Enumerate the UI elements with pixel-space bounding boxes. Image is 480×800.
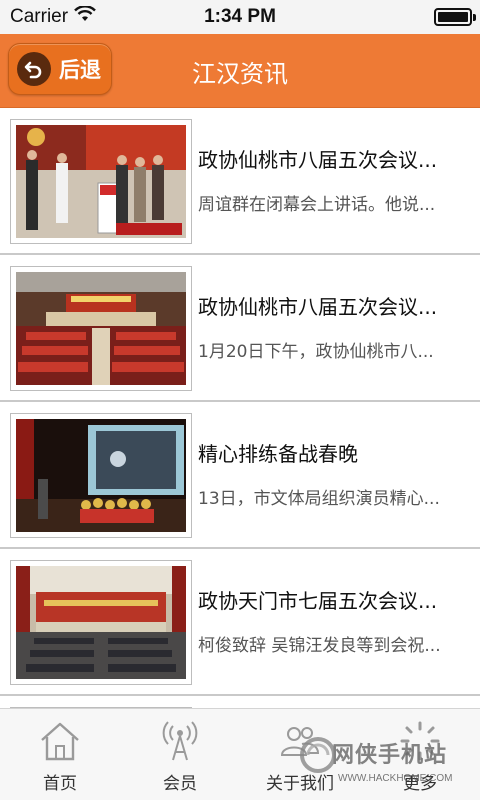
news-item[interactable]: 精心排练备战春晚 13日，市文体局组织演员精心... [0,402,480,549]
tab-bar: 首页 会员 关于我们 更多 [0,708,480,800]
tab-more[interactable]: 更多 [360,709,480,800]
battery-icon [434,8,476,26]
status-time: 1:34 PM [204,6,276,27]
tab-member[interactable]: 会员 [120,709,240,800]
tab-about-us[interactable]: 关于我们 [240,709,360,800]
back-label: 后退 [59,58,101,82]
tab-label: 关于我们 [266,774,334,794]
news-list: 政协仙桃市八届五次会议... 周谊群在闭幕会上讲话。他说... 政协仙桃市八届五… [0,108,480,708]
news-item[interactable]: 政协仙桃市八届五次会议... 周谊群在闭幕会上讲话。他说... [0,108,480,255]
news-thumbnail [10,266,192,391]
tab-label: 更多 [403,774,437,794]
home-icon [38,719,82,763]
news-title: 精心排练备战春晚 [198,442,358,466]
news-title: 政协仙桃市八届五次会议... [198,295,438,319]
news-summary: 柯俊致辞 吴锦汪发良等到会祝... [198,636,441,656]
news-item[interactable]: 政协仙桃市八届五次会议... 1月20日下午，政协仙桃市八... [0,255,480,402]
status-bar: Carrier 1:34 PM [0,0,480,34]
tab-label: 首页 [43,774,77,794]
news-title: 政协仙桃市八届五次会议... [198,148,438,172]
back-arrow-icon [17,52,51,86]
news-thumbnail [10,413,192,538]
back-button[interactable]: 后退 [8,43,112,95]
news-title: 政协天门市七届五次会议... [198,589,438,613]
news-item[interactable] [0,696,480,708]
people-icon [278,719,322,763]
ceremony-photo [16,125,186,238]
conference-hall-photo [16,272,186,385]
auditorium-photo [16,566,186,679]
news-thumbnail [10,560,192,685]
tab-label: 会员 [163,774,197,794]
tab-home[interactable]: 首页 [0,709,120,800]
broadcast-icon [158,719,202,763]
stage-rehearsal-photo [16,419,186,532]
nav-header: 后退 江汉资讯 [0,34,480,108]
news-thumbnail [10,119,192,244]
news-summary: 13日，市文体局组织演员精心... [198,489,440,509]
news-summary: 周谊群在闭幕会上讲话。他说... [198,195,436,215]
more-icon [398,719,442,763]
news-item[interactable]: 政协天门市七届五次会议... 柯俊致辞 吴锦汪发良等到会祝... [0,549,480,696]
page-title: 江汉资讯 [192,60,288,88]
news-summary: 1月20日下午，政协仙桃市八... [198,342,434,362]
